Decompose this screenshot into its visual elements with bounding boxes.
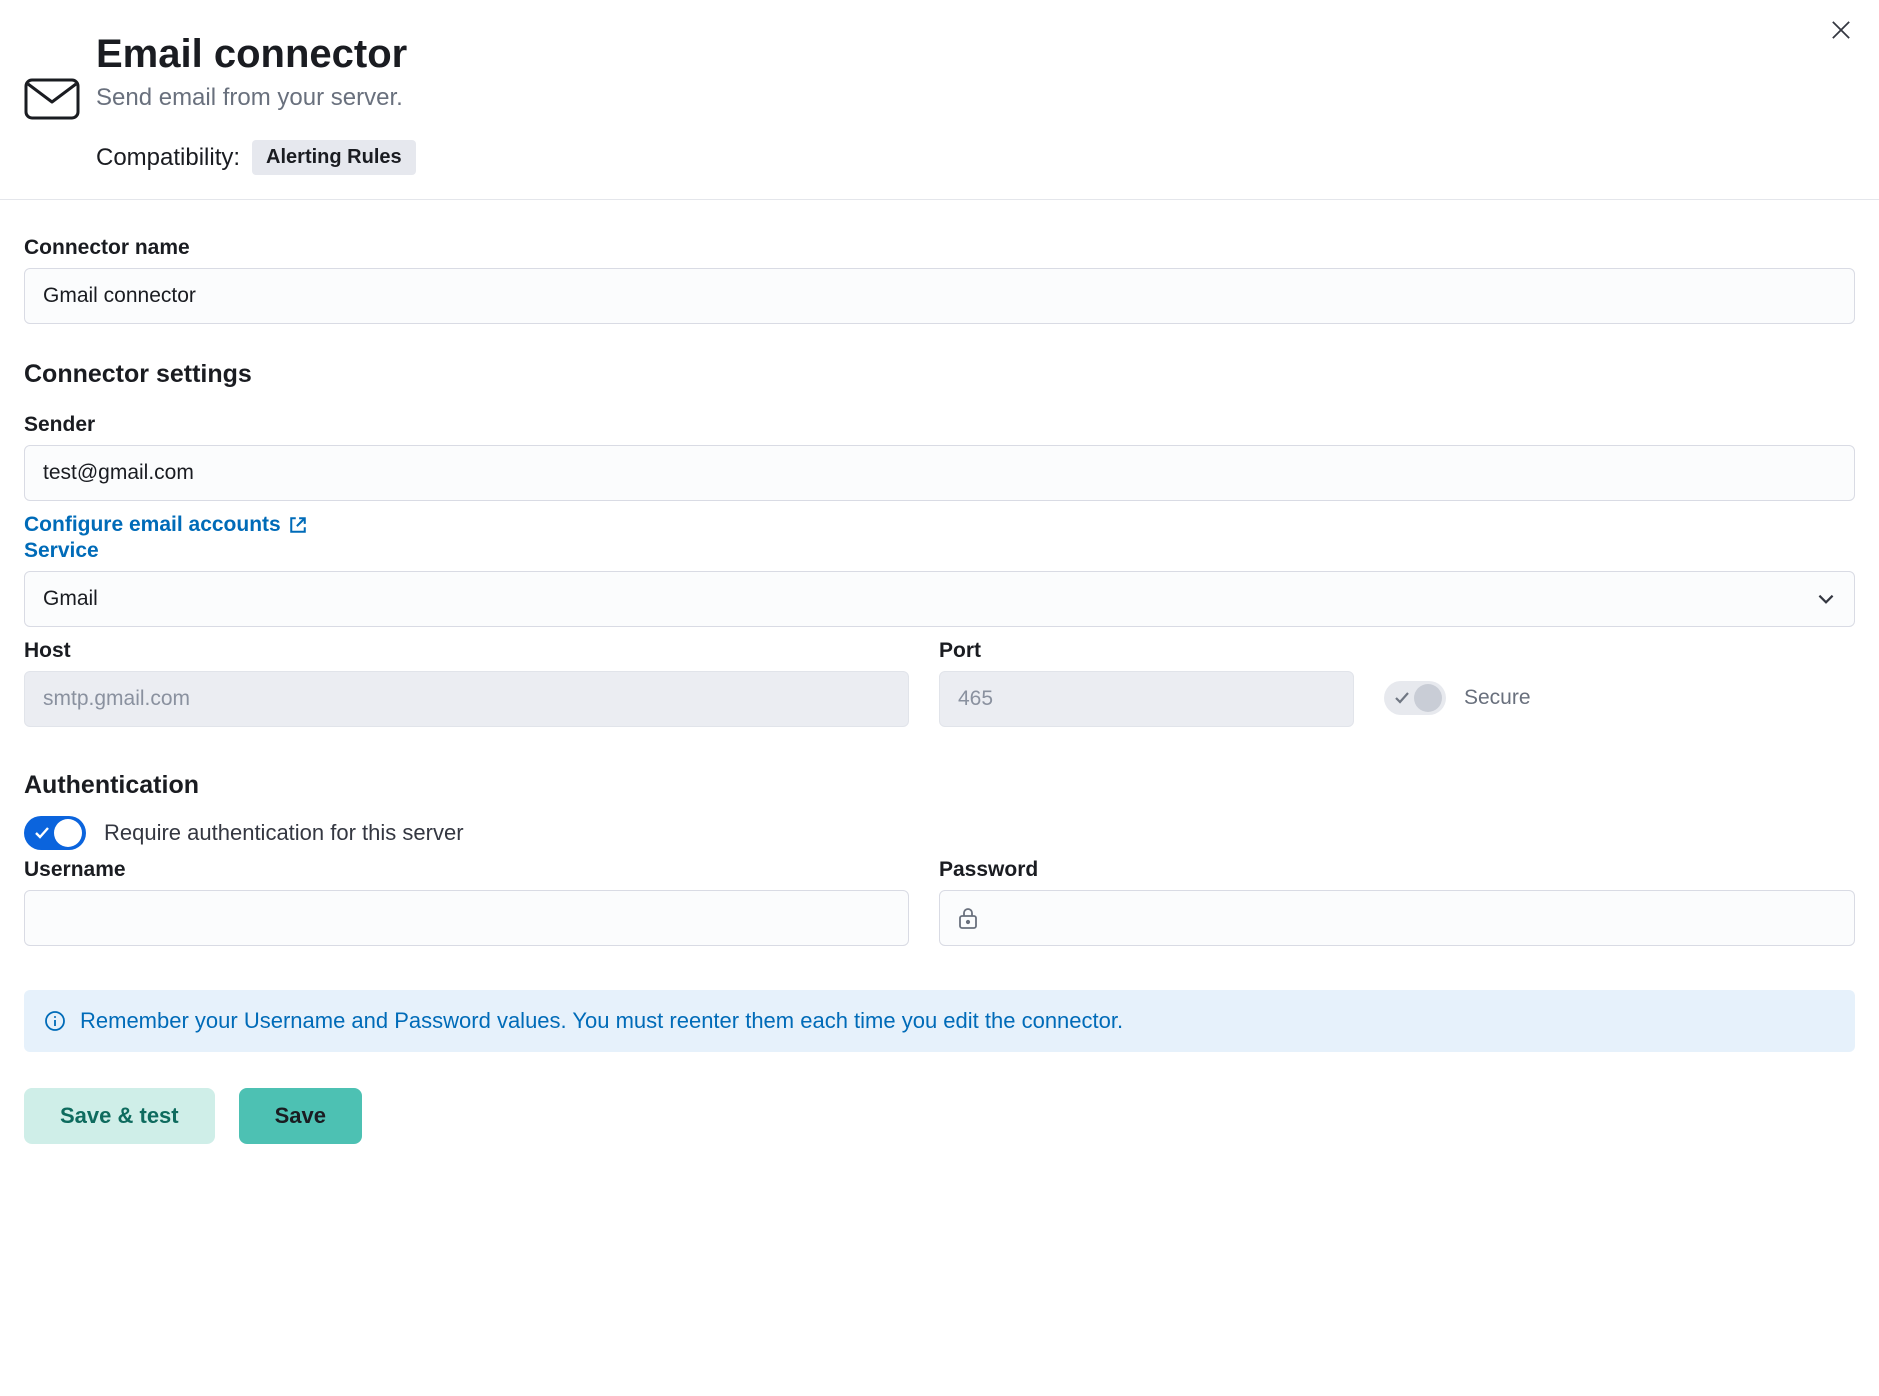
callout-text: Remember your Username and Password valu… [80, 1008, 1123, 1034]
mail-icon [24, 78, 80, 120]
sender-input[interactable] [24, 445, 1855, 501]
save-and-test-button[interactable]: Save & test [24, 1088, 215, 1144]
sender-label: Sender [24, 413, 1855, 437]
host-label: Host [24, 639, 909, 663]
lock-icon [957, 906, 979, 930]
port-label: Port [939, 639, 1354, 663]
service-select[interactable] [24, 571, 1855, 627]
password-input[interactable] [939, 890, 1855, 946]
page-title: Email connector [96, 30, 1855, 78]
require-auth-text: Require authentication for this server [104, 820, 464, 846]
check-icon [33, 824, 51, 842]
username-label: Username [24, 858, 909, 882]
connector-settings-title: Connector settings [24, 360, 1855, 389]
connector-name-input[interactable] [24, 268, 1855, 324]
secure-label: Secure [1464, 686, 1531, 710]
configure-link-text: Configure email accounts [24, 513, 281, 537]
connector-name-label: Connector name [24, 236, 1855, 260]
username-input[interactable] [24, 890, 909, 946]
configure-email-accounts-link[interactable]: Configure email accounts [24, 513, 307, 537]
page-subtitle: Send email from your server. [96, 84, 1855, 112]
info-callout: Remember your Username and Password valu… [24, 990, 1855, 1052]
password-label: Password [939, 858, 1855, 882]
compatibility-badge: Alerting Rules [252, 140, 416, 175]
secure-toggle [1384, 681, 1446, 715]
close-button[interactable] [1827, 16, 1855, 44]
check-icon [1393, 689, 1411, 707]
info-icon [44, 1010, 66, 1032]
port-input [939, 671, 1354, 727]
header: Email connector Send email from your ser… [0, 0, 1879, 200]
authentication-title: Authentication [24, 771, 1855, 800]
save-button[interactable]: Save [239, 1088, 362, 1144]
service-label: Service [24, 539, 99, 563]
host-input [24, 671, 909, 727]
compatibility-label: Compatibility: [96, 144, 240, 172]
require-auth-toggle[interactable] [24, 816, 86, 850]
external-link-icon [289, 516, 307, 534]
